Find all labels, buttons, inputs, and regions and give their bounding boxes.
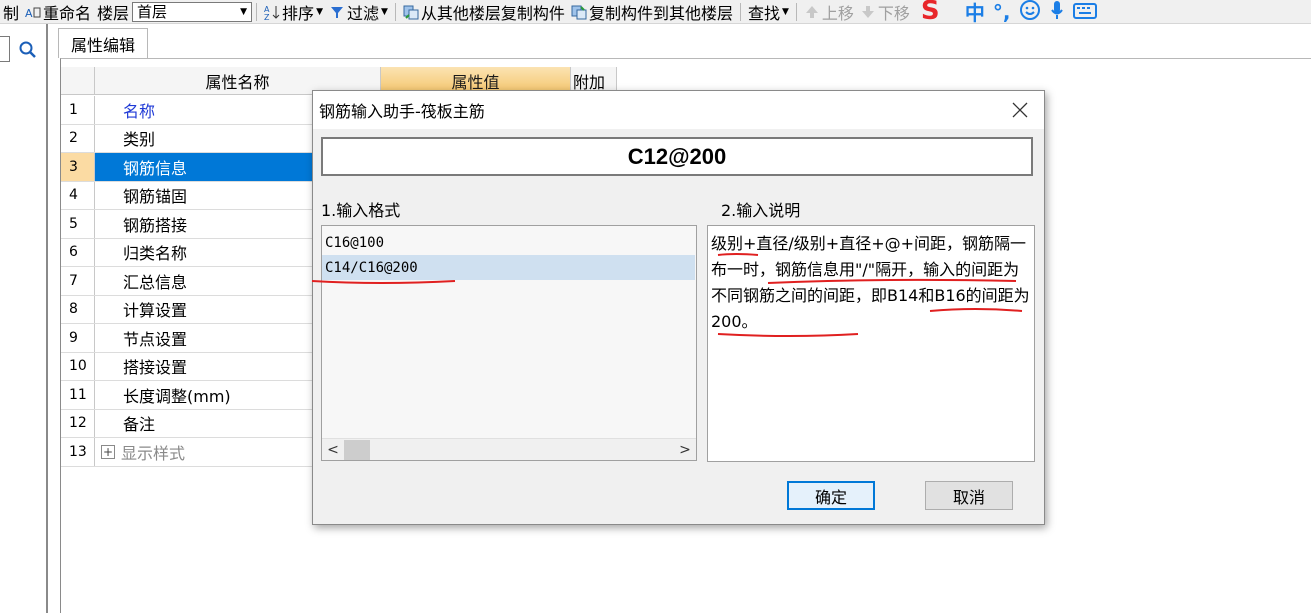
row-number: 11 xyxy=(61,381,95,409)
toolbar-divider xyxy=(739,2,741,21)
sort-button[interactable]: AZ 排序 ▼ xyxy=(261,0,326,23)
row-number: 12 xyxy=(61,409,95,437)
ok-button[interactable]: 确定 xyxy=(787,481,875,510)
ime-chinese-mode[interactable]: 中 xyxy=(965,0,985,23)
filter-label: 过滤 xyxy=(346,3,379,23)
arrow-up-icon xyxy=(804,4,820,20)
component-list-pane xyxy=(0,24,48,613)
floor-select[interactable]: 首层 ▼ xyxy=(132,1,253,22)
sort-label: 排序 xyxy=(282,3,315,23)
ime-toolbar: S 中 °, xyxy=(920,0,1097,24)
row-number: 10 xyxy=(61,352,95,380)
tab-property-edit[interactable]: 属性编辑 xyxy=(58,28,148,58)
copy-to-floor-button[interactable]: 复制构件到其他楼层 xyxy=(568,0,736,23)
cut-tail-label: 制 xyxy=(3,3,20,23)
scrollbar-thumb[interactable] xyxy=(344,439,370,460)
move-down-label: 下移 xyxy=(877,3,910,23)
help-text: 级别+直径/级别+直径+@+间距，钢筋隔一布一时，钢筋信息用"/"隔开，输入的间… xyxy=(707,225,1035,462)
horizontal-scrollbar[interactable]: < > xyxy=(322,438,696,460)
search-icon[interactable] xyxy=(16,38,40,62)
format-list[interactable]: C16@100 C14/C16@200 < > xyxy=(321,225,697,461)
cancel-button[interactable]: 取消 xyxy=(925,481,1013,510)
emoji-icon[interactable] xyxy=(1019,0,1041,23)
row-number: 9 xyxy=(61,324,95,352)
dialog-title: 钢筋输入助手-筏板主筋 xyxy=(319,102,485,121)
rebar-input-dialog: 钢筋输入助手-筏板主筋 C12@200 1.输入格式 2.输入说明 C16@10… xyxy=(312,90,1045,525)
copy-from-floor-icon xyxy=(403,4,419,20)
toolbar-divider xyxy=(394,2,396,21)
find-label: 查找 xyxy=(747,3,780,23)
floor-label-text: 楼层 xyxy=(97,3,130,23)
move-down-button[interactable]: 下移 xyxy=(857,0,913,23)
toolbar-divider xyxy=(795,2,797,21)
tab-property-edit-label: 属性编辑 xyxy=(70,35,135,55)
filter-icon xyxy=(329,4,345,20)
expand-toggle[interactable]: + xyxy=(101,444,115,459)
format-section-label: 1.输入格式 xyxy=(321,201,401,220)
rename-button[interactable]: A 重命名 xyxy=(22,0,94,23)
copy-from-floor-label: 从其他楼层复制构件 xyxy=(420,3,565,23)
arrow-down-icon xyxy=(860,4,876,20)
find-button[interactable]: 查找 ▼ xyxy=(745,0,792,23)
sogou-logo-icon: S xyxy=(920,0,940,24)
row-number: 3 xyxy=(61,153,95,181)
sort-icon: AZ xyxy=(264,4,280,22)
filter-button[interactable]: 过滤 ▼ xyxy=(326,0,391,23)
chevron-down-icon: ▼ xyxy=(240,6,248,17)
help-section-label: 2.输入说明 xyxy=(721,201,801,220)
chevron-right-icon[interactable]: > xyxy=(674,439,696,461)
chevron-down-icon: ▼ xyxy=(381,6,388,17)
search-input[interactable] xyxy=(0,36,10,62)
rebar-value-input[interactable]: C12@200 xyxy=(321,137,1033,176)
floor-select-value: 首层 xyxy=(137,3,168,21)
dialog-titlebar[interactable]: 钢筋输入助手-筏板主筋 xyxy=(313,91,1044,129)
toolbar-divider xyxy=(256,2,258,21)
keyboard-icon[interactable] xyxy=(1072,0,1097,23)
chevron-down-icon: ▼ xyxy=(781,6,789,17)
list-item-selected[interactable]: C14/C16@200 xyxy=(322,255,695,280)
row-number: 4 xyxy=(61,181,95,209)
row-number: 7 xyxy=(61,267,95,295)
list-item[interactable]: C16@100 xyxy=(322,230,696,255)
row-number: 1 xyxy=(61,96,95,124)
floor-label: 楼层 xyxy=(94,0,132,23)
cut-tail-button[interactable]: 制 xyxy=(0,0,22,23)
row-number: 13 xyxy=(61,438,95,466)
move-up-label: 上移 xyxy=(821,3,854,23)
rename-icon: A xyxy=(25,4,41,20)
row-number: 8 xyxy=(61,295,95,323)
chevron-down-icon: ▼ xyxy=(316,6,323,17)
copy-to-floor-label: 复制构件到其他楼层 xyxy=(588,3,733,23)
chevron-left-icon[interactable]: < xyxy=(322,439,344,461)
ime-punctuation[interactable]: °, xyxy=(993,0,1011,23)
copy-from-floor-button[interactable]: 从其他楼层复制构件 xyxy=(400,0,568,23)
main-toolbar: 制 A 重命名 楼层 首层 ▼ AZ 排序 ▼ 过滤 ▼ 从其他楼层复制构件 复制构… xyxy=(0,0,1311,24)
svg-text:A: A xyxy=(25,7,33,20)
microphone-icon[interactable] xyxy=(1049,0,1065,23)
move-up-button[interactable]: 上移 xyxy=(801,0,857,23)
row-number: 5 xyxy=(61,210,95,238)
property-name: 显示样式 xyxy=(121,443,186,463)
header-row-number xyxy=(61,67,95,95)
copy-to-floor-icon xyxy=(571,4,587,20)
svg-text:Z: Z xyxy=(264,13,270,20)
rename-label: 重命名 xyxy=(43,3,92,23)
row-number: 2 xyxy=(61,124,95,152)
row-number: 6 xyxy=(61,238,95,266)
close-icon[interactable] xyxy=(1010,100,1030,120)
